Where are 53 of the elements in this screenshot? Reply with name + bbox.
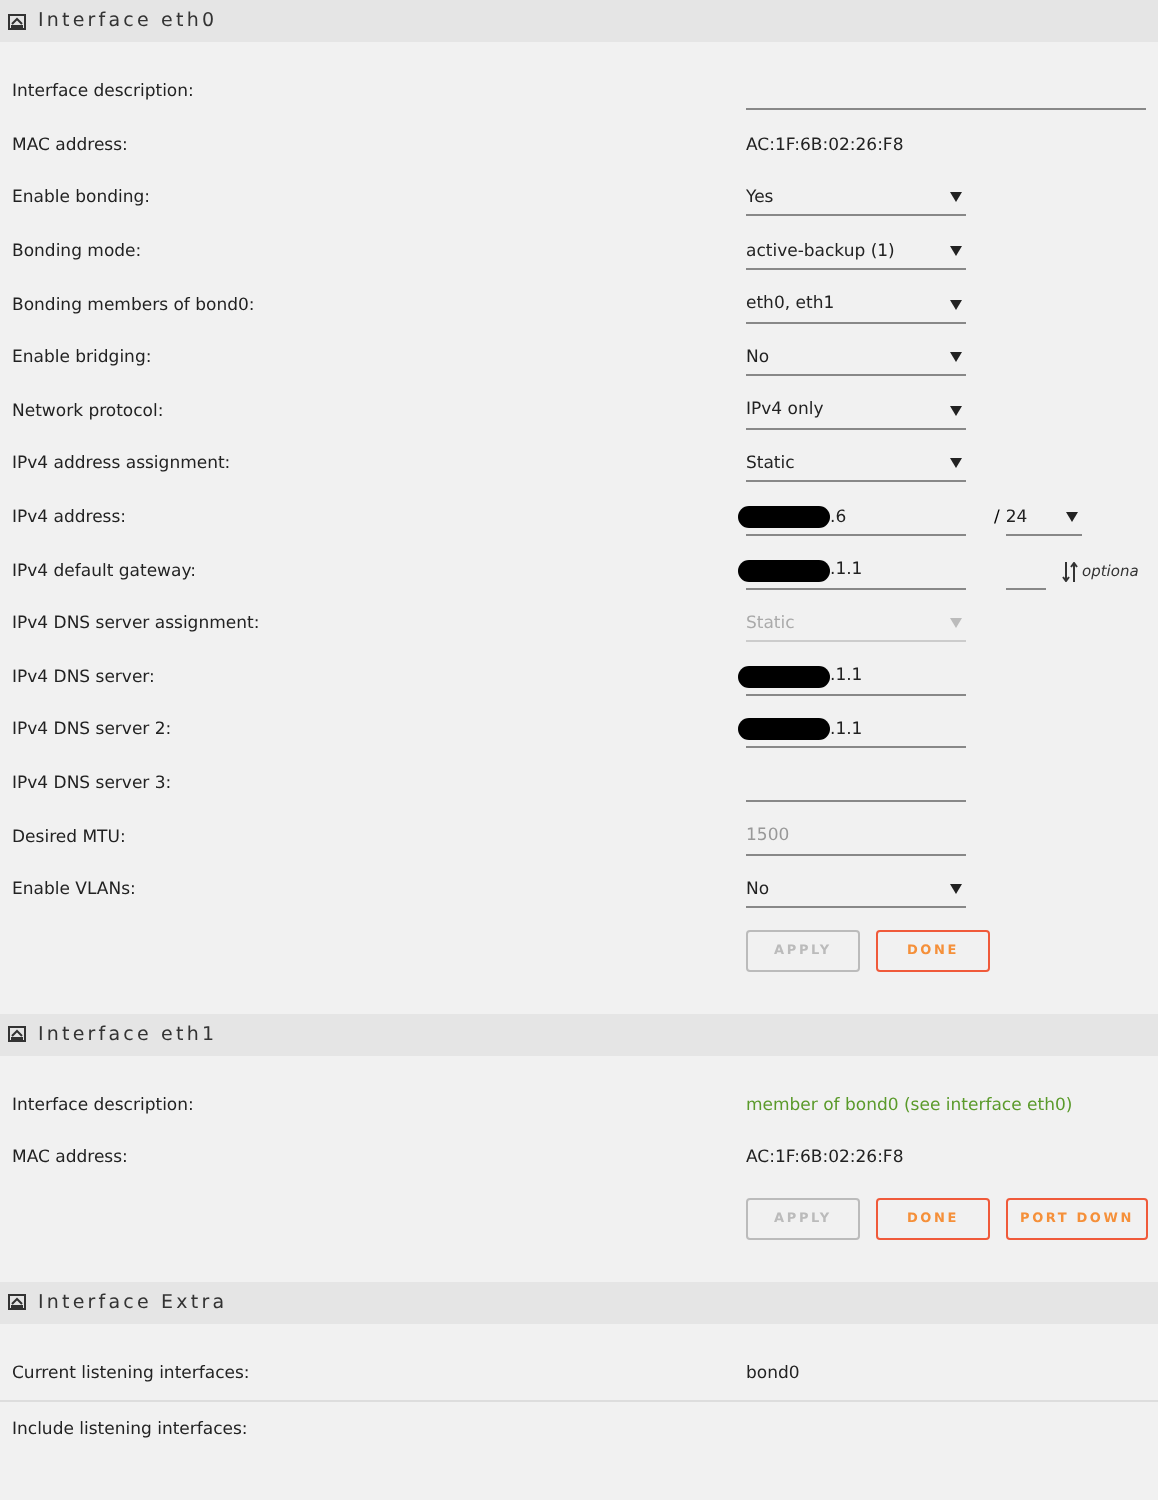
caret-icon — [950, 246, 962, 257]
select-field[interactable]: No — [746, 340, 966, 377]
caret-icon — [950, 884, 962, 895]
field-label: IPv4 DNS server: — [12, 667, 155, 688]
input-field[interactable]: .6 — [746, 500, 966, 537]
select-field[interactable]: Static — [746, 446, 966, 483]
field-label: Enable VLANs: — [12, 880, 136, 901]
select-field[interactable]: active-backup (1) — [746, 234, 966, 271]
value-text: AC:1F:6B:02:26:F8 — [746, 1148, 904, 1169]
field-label: Network protocol: — [12, 401, 164, 422]
field-label: Interface description: — [12, 82, 194, 103]
prefix-select[interactable]: 24 — [1005, 500, 1082, 537]
field-label: Include listening interfaces: — [12, 1419, 248, 1440]
caret-icon — [950, 458, 962, 469]
input-field[interactable]: .1.1 — [746, 553, 966, 590]
value-text: AC:1F:6B:02:26:F8 — [746, 135, 904, 156]
caret-icon — [950, 405, 962, 416]
select-field[interactable]: eth0, eth1 — [746, 287, 966, 324]
field-label: Bonding mode: — [12, 242, 142, 263]
field-label: MAC address: — [12, 1148, 128, 1169]
field-label: Enable bonding: — [12, 188, 151, 209]
field-label: Current listening interfaces: — [12, 1363, 250, 1384]
select-field[interactable]: No — [746, 872, 966, 909]
field-label: IPv4 address assignment: — [12, 454, 231, 475]
caret-icon — [1065, 512, 1078, 523]
field-label: Enable bridging: — [12, 348, 152, 369]
field-label: MAC address: — [12, 135, 128, 156]
caret-icon — [950, 299, 962, 310]
member-note: member of bond0 (see interface eth0) — [746, 1095, 1073, 1116]
input-field[interactable]: .1.1 — [746, 659, 966, 696]
field-label: IPv4 DNS server 3: — [12, 774, 172, 795]
caret-icon — [950, 618, 962, 629]
interface-icon — [8, 1294, 26, 1311]
interface-icon — [8, 13, 26, 29]
caret-icon — [950, 192, 962, 203]
value-text: bond0 — [746, 1363, 800, 1384]
field-label: IPv4 DNS server assignment: — [12, 614, 260, 635]
select-field[interactable]: IPv4 only — [746, 393, 966, 430]
field-label: IPv4 DNS server 2: — [12, 720, 172, 741]
select-field[interactable]: Yes — [746, 180, 966, 217]
field-label: IPv4 address: — [12, 508, 127, 529]
sort-icon — [1062, 561, 1080, 582]
field-label: Desired MTU: — [12, 827, 126, 848]
interface-icon — [8, 1026, 26, 1042]
separator-text: / — [994, 508, 1000, 529]
field-label: Interface description: — [12, 1095, 194, 1116]
caret-icon — [950, 352, 962, 363]
section-title: Interface eth1 — [38, 1023, 218, 1045]
field-label: IPv4 default gateway: — [12, 561, 196, 582]
section-title: Interface eth0 — [38, 10, 218, 32]
section-title: Interface Extra — [38, 1291, 228, 1314]
input-field[interactable]: .1.1 — [746, 712, 966, 749]
field-label: Bonding members of bond0: — [12, 295, 255, 316]
